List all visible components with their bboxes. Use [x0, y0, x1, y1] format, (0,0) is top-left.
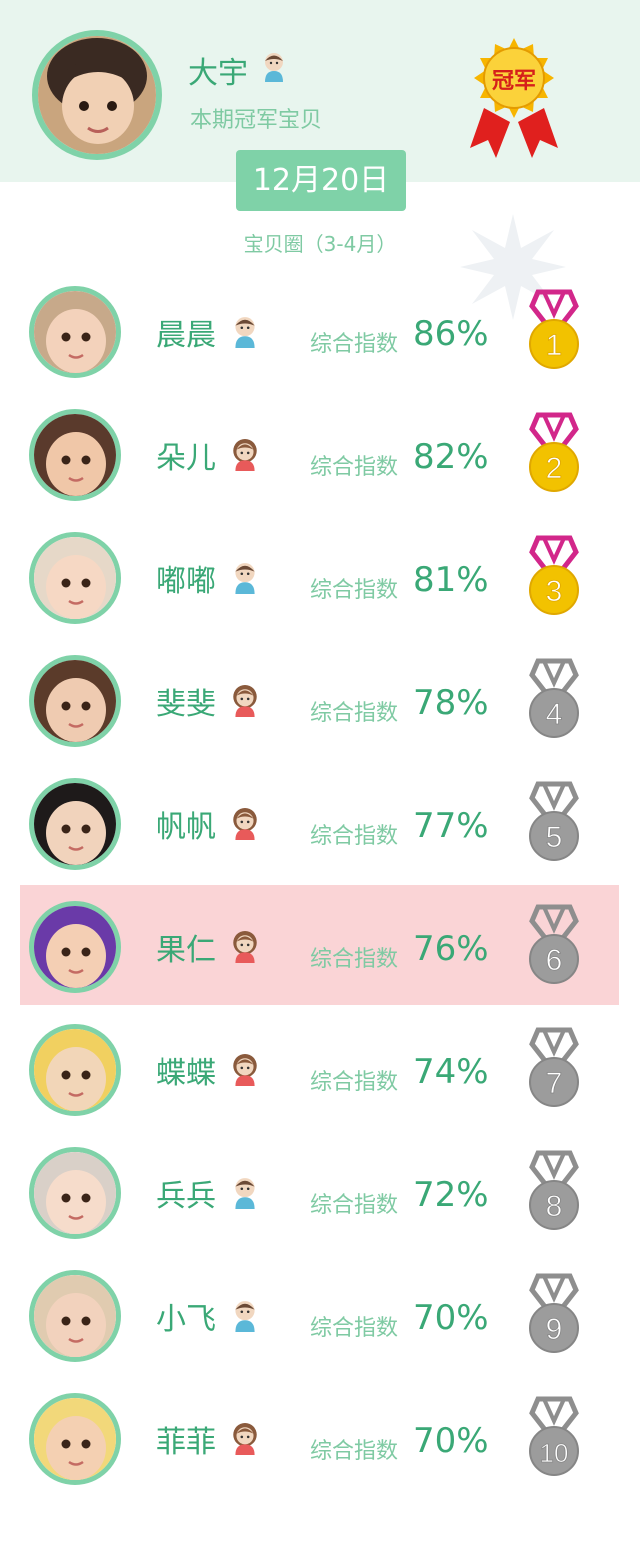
- score-label: 综合指数: [310, 1439, 399, 1464]
- medal-rank: 5: [546, 821, 563, 854]
- circle-label: 宝贝圈（3-4月）: [243, 232, 397, 256]
- ranking-row[interactable]: 嘟嘟 综合指数 81% 3: [20, 516, 619, 636]
- girl-icon: [232, 1054, 258, 1086]
- medal-icon: 1: [526, 288, 582, 370]
- medal-rank: 7: [546, 1067, 563, 1100]
- ranking-row[interactable]: 兵兵 综合指数 72% 8: [20, 1131, 619, 1251]
- champion-name: 大宇: [188, 56, 248, 91]
- score-label: 综合指数: [310, 1070, 399, 1095]
- medal-rank: 2: [546, 452, 563, 485]
- baby-name: 蝶蝶: [156, 1056, 216, 1091]
- girl-icon: [232, 931, 258, 963]
- ranking-row[interactable]: 小飞 综合指数 70% 9: [20, 1254, 619, 1374]
- score-label: 综合指数: [310, 824, 399, 849]
- baby-name: 兵兵: [156, 1179, 216, 1214]
- score-label: 综合指数: [310, 947, 399, 972]
- boy-icon: [232, 1300, 258, 1332]
- medal-icon: 5: [526, 780, 582, 862]
- medal-rank: 1: [546, 329, 563, 362]
- baby-avatar[interactable]: [29, 1393, 121, 1485]
- champion-subtitle: 本期冠军宝贝: [190, 108, 323, 133]
- score-value: 82%: [413, 437, 489, 477]
- trophy-label: 冠军: [492, 68, 536, 94]
- ranking-row[interactable]: 晨晨 综合指数 86% 1: [20, 270, 619, 390]
- baby-name: 朵儿: [156, 441, 216, 476]
- medal-rank: 9: [546, 1313, 563, 1346]
- baby-avatar[interactable]: [29, 409, 121, 501]
- medal-icon: 7: [526, 1026, 582, 1108]
- baby-name: 果仁: [156, 933, 216, 968]
- score-value: 70%: [413, 1298, 489, 1338]
- ranking-row[interactable]: 果仁 综合指数 76% 6: [20, 885, 619, 1005]
- medal-icon: 3: [526, 534, 582, 616]
- girl-icon: [232, 808, 258, 840]
- baby-name: 晨晨: [156, 318, 216, 353]
- baby-avatar[interactable]: [29, 901, 121, 993]
- ranking-row[interactable]: 帆帆 综合指数 77% 5: [20, 762, 619, 882]
- score-value: 86%: [413, 314, 489, 354]
- medal-rank: 8: [546, 1190, 563, 1223]
- baby-avatar[interactable]: [29, 1270, 121, 1362]
- ranking-row[interactable]: 菲菲 综合指数 70% 10: [20, 1377, 619, 1497]
- score-label: 综合指数: [310, 1316, 399, 1341]
- score-value: 76%: [413, 929, 489, 969]
- score-value: 70%: [413, 1421, 489, 1461]
- medal-icon: 8: [526, 1149, 582, 1231]
- score-value: 72%: [413, 1175, 489, 1215]
- score-value: 81%: [413, 560, 489, 600]
- medal-icon: 10: [526, 1395, 582, 1477]
- baby-avatar[interactable]: [29, 655, 121, 747]
- score-value: 74%: [413, 1052, 489, 1092]
- score-value: 77%: [413, 806, 489, 846]
- champion-avatar[interactable]: [32, 30, 162, 160]
- baby-name: 小飞: [156, 1302, 216, 1337]
- baby-name: 嘟嘟: [156, 564, 216, 599]
- baby-name: 斐斐: [156, 687, 216, 722]
- baby-name: 帆帆: [156, 810, 216, 845]
- medal-icon: 2: [526, 411, 582, 493]
- girl-icon: [232, 685, 258, 717]
- score-label: 综合指数: [310, 332, 399, 357]
- date-badge[interactable]: 12月20日: [236, 150, 406, 211]
- boy-icon: [232, 316, 258, 348]
- baby-avatar[interactable]: [29, 532, 121, 624]
- boy-icon: [232, 1177, 258, 1209]
- medal-rank: 3: [546, 575, 563, 608]
- ranking-row[interactable]: 斐斐 综合指数 78% 4: [20, 639, 619, 759]
- score-value: 78%: [413, 683, 489, 723]
- medal-rank: 10: [540, 1438, 569, 1468]
- baby-avatar[interactable]: [29, 1024, 121, 1116]
- medal-icon: 6: [526, 903, 582, 985]
- baby-avatar[interactable]: [29, 778, 121, 870]
- boy-icon: [262, 52, 286, 82]
- ranking-row[interactable]: 蝶蝶 综合指数 74% 7: [20, 1008, 619, 1128]
- baby-name: 菲菲: [156, 1425, 216, 1460]
- score-label: 综合指数: [310, 578, 399, 603]
- girl-icon: [232, 1423, 258, 1455]
- medal-rank: 4: [546, 698, 563, 731]
- girl-icon: [232, 439, 258, 471]
- medal-rank: 6: [546, 944, 563, 977]
- baby-avatar[interactable]: [29, 286, 121, 378]
- medal-icon: 9: [526, 1272, 582, 1354]
- boy-icon: [232, 562, 258, 594]
- score-label: 综合指数: [310, 455, 399, 480]
- baby-avatar[interactable]: [29, 1147, 121, 1239]
- score-label: 综合指数: [310, 701, 399, 726]
- ranking-row[interactable]: 朵儿 综合指数 82% 2: [20, 393, 619, 513]
- score-label: 综合指数: [310, 1193, 399, 1218]
- champion-medal-icon: 冠军: [462, 36, 566, 162]
- medal-icon: 4: [526, 657, 582, 739]
